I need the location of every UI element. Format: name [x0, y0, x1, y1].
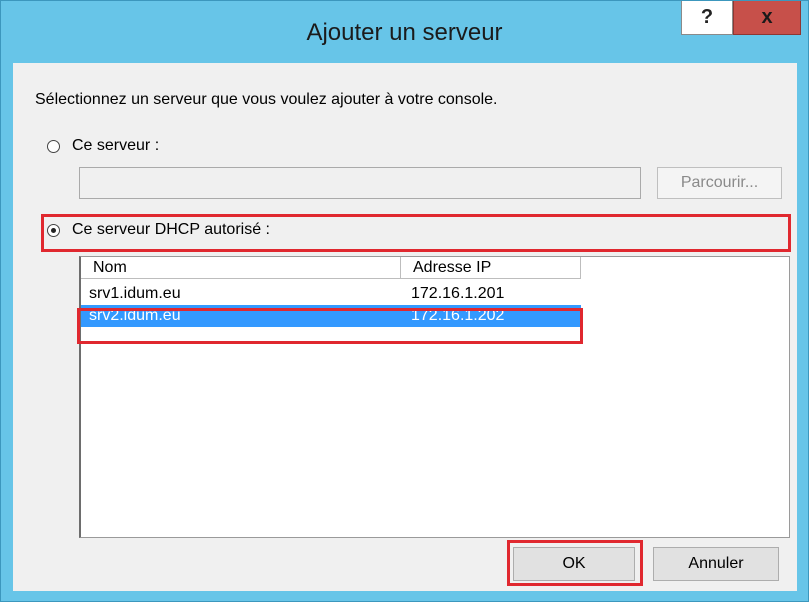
list-row[interactable]: srv1.idum.eu 172.16.1.201: [81, 283, 581, 305]
help-icon: ?: [700, 6, 714, 28]
radio-authorized-server[interactable]: Ce serveur DHCP autorisé :: [47, 221, 270, 239]
list-row-selected[interactable]: srv2.idum.eu 172.16.1.202: [81, 305, 581, 327]
column-header-ip[interactable]: Adresse IP: [401, 257, 581, 279]
column-header-name[interactable]: Nom: [81, 257, 401, 279]
help-button[interactable]: ?: [681, 1, 733, 35]
dialog-body: Sélectionnez un serveur que vous voulez …: [13, 63, 797, 591]
close-icon: x: [761, 6, 773, 28]
cancel-button[interactable]: Annuler: [653, 547, 779, 581]
radio-this-server[interactable]: Ce serveur :: [47, 137, 159, 155]
row-name: srv1.idum.eu: [89, 285, 181, 302]
row-name: srv2.idum.eu: [89, 307, 181, 324]
radio-this-server-label: Ce serveur :: [72, 137, 160, 154]
browse-button[interactable]: Parcourir...: [657, 167, 782, 199]
title-bar[interactable]: Ajouter un serveur ? x: [1, 1, 808, 61]
radio-button-unchecked[interactable]: [47, 139, 60, 153]
row-ip: 172.16.1.201: [411, 285, 505, 302]
close-button[interactable]: x: [733, 1, 801, 35]
instruction-text: Sélectionnez un serveur que vous voulez …: [35, 91, 498, 108]
server-name-input[interactable]: [79, 167, 641, 199]
radio-authorized-label: Ce serveur DHCP autorisé :: [72, 221, 270, 238]
ok-button[interactable]: OK: [513, 547, 635, 581]
dialog-window: Ajouter un serveur ? x Sélectionnez un s…: [0, 0, 809, 602]
row-ip: 172.16.1.202: [411, 307, 505, 324]
server-list[interactable]: Nom Adresse IP srv1.idum.eu 172.16.1.201…: [79, 256, 790, 538]
list-header: Nom Adresse IP: [81, 257, 789, 279]
radio-button-checked[interactable]: [47, 223, 60, 237]
